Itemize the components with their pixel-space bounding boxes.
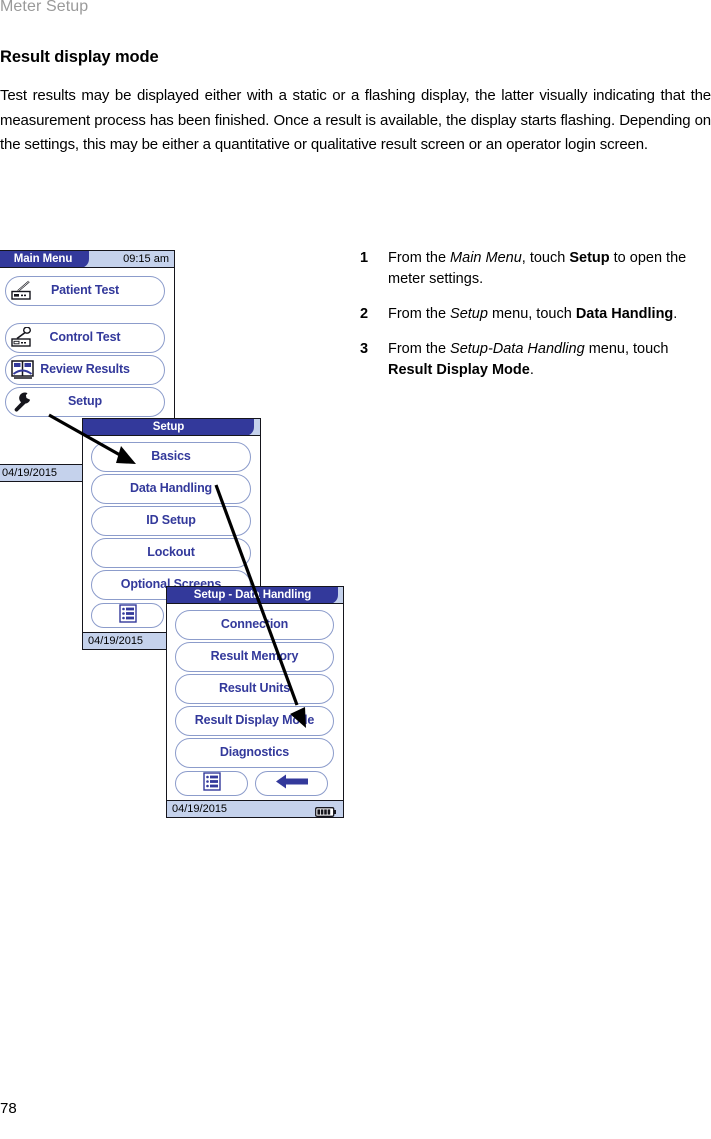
battery-full-icon [315,804,337,817]
step-number: 3 [360,341,369,357]
clock-label: 09:15 am [123,253,169,265]
screen-header: Setup - Data Handling [167,587,343,604]
menu-button-connection[interactable]: Connection [175,610,334,640]
date-label: 04/19/2015 [172,803,228,815]
records-list-button[interactable] [175,771,248,796]
screen-title: Main Menu [0,251,89,267]
back-button[interactable] [255,771,328,796]
menu-button-lockout[interactable]: Lockout [91,538,251,568]
screen-title: Setup [83,419,254,435]
menu-button-result-units[interactable]: Result Units [175,674,334,704]
control-vial-meter-icon [10,326,36,349]
menu-button-basics[interactable]: Basics [91,442,251,472]
page-title: Result display mode [0,48,159,66]
menu-button-diagnostics[interactable]: Diagnostics [175,738,334,768]
screen-body: Connection Result Memory Result Units Re… [167,604,343,800]
records-list-button[interactable] [91,603,164,628]
menu-button-label: Result Units [218,681,291,695]
menu-button-label: Lockout [147,545,195,559]
menu-button-label: Result Display Mode [194,713,315,727]
menu-button-label: Data Handling [129,481,213,495]
menu-button-label: Setup [68,394,102,408]
menu-button-label: Basics [151,449,191,463]
lancet-meter-icon [10,280,36,302]
screen-header: Setup [83,419,260,436]
menu-button-label: Connection [220,617,289,631]
list-item: 3 From the Setup-Data Handling menu, tou… [360,339,690,381]
step-number: 2 [360,306,369,322]
screen-footer: 04/19/2015 [167,800,343,817]
menu-button-label: Patient Test [50,283,120,297]
instruction-steps: 1 From the Main Menu, touch Setup to ope… [360,248,690,395]
page-number: 78 [0,1100,17,1117]
menu-button-result-display-mode[interactable]: Result Display Mode [175,706,334,736]
step-text: From the Setup menu, touch Data Handling… [388,306,678,322]
menu-button-label: Review Results [40,362,130,376]
menu-button-review-results[interactable]: Review Results [5,355,165,385]
section-paragraph: Test results may be displayed either wit… [0,87,711,153]
menu-button-control-test[interactable]: Control Test [5,323,165,353]
menu-button-label: Diagnostics [219,745,290,759]
wrench-icon [10,391,36,413]
menu-button-label: Control Test [49,330,121,344]
open-book-icon [10,359,36,381]
screen-title: Setup - Data Handling [167,587,338,603]
records-list-icon [118,603,137,628]
menu-button-id-setup[interactable]: ID Setup [91,506,251,536]
device-screen-setup-data-handling: Setup - Data Handling Connection Result … [166,586,344,818]
menu-button-data-handling[interactable]: Data Handling [91,474,251,504]
menu-button-patient-test[interactable]: Patient Test [5,276,165,306]
menu-button-result-memory[interactable]: Result Memory [175,642,334,672]
running-head: Meter Setup [0,0,89,15]
date-label: 04/19/2015 [88,635,144,647]
step-text: From the Main Menu, touch Setup to open … [388,250,687,287]
screen-header: Main Menu 09:15 am [0,251,174,268]
menu-button-label: ID Setup [146,513,196,527]
menu-button-label: Result Memory [210,649,299,663]
list-item: 2 From the Setup menu, touch Data Handli… [360,304,690,325]
list-item: 1 From the Main Menu, touch Setup to ope… [360,248,690,290]
menu-button-setup[interactable]: Setup [5,387,165,417]
step-number: 1 [360,250,369,266]
step-text: From the Setup-Data Handling menu, touch… [388,341,669,378]
back-arrow-icon [275,774,309,793]
records-list-icon [202,771,221,796]
date-label: 04/19/2015 [2,467,58,479]
